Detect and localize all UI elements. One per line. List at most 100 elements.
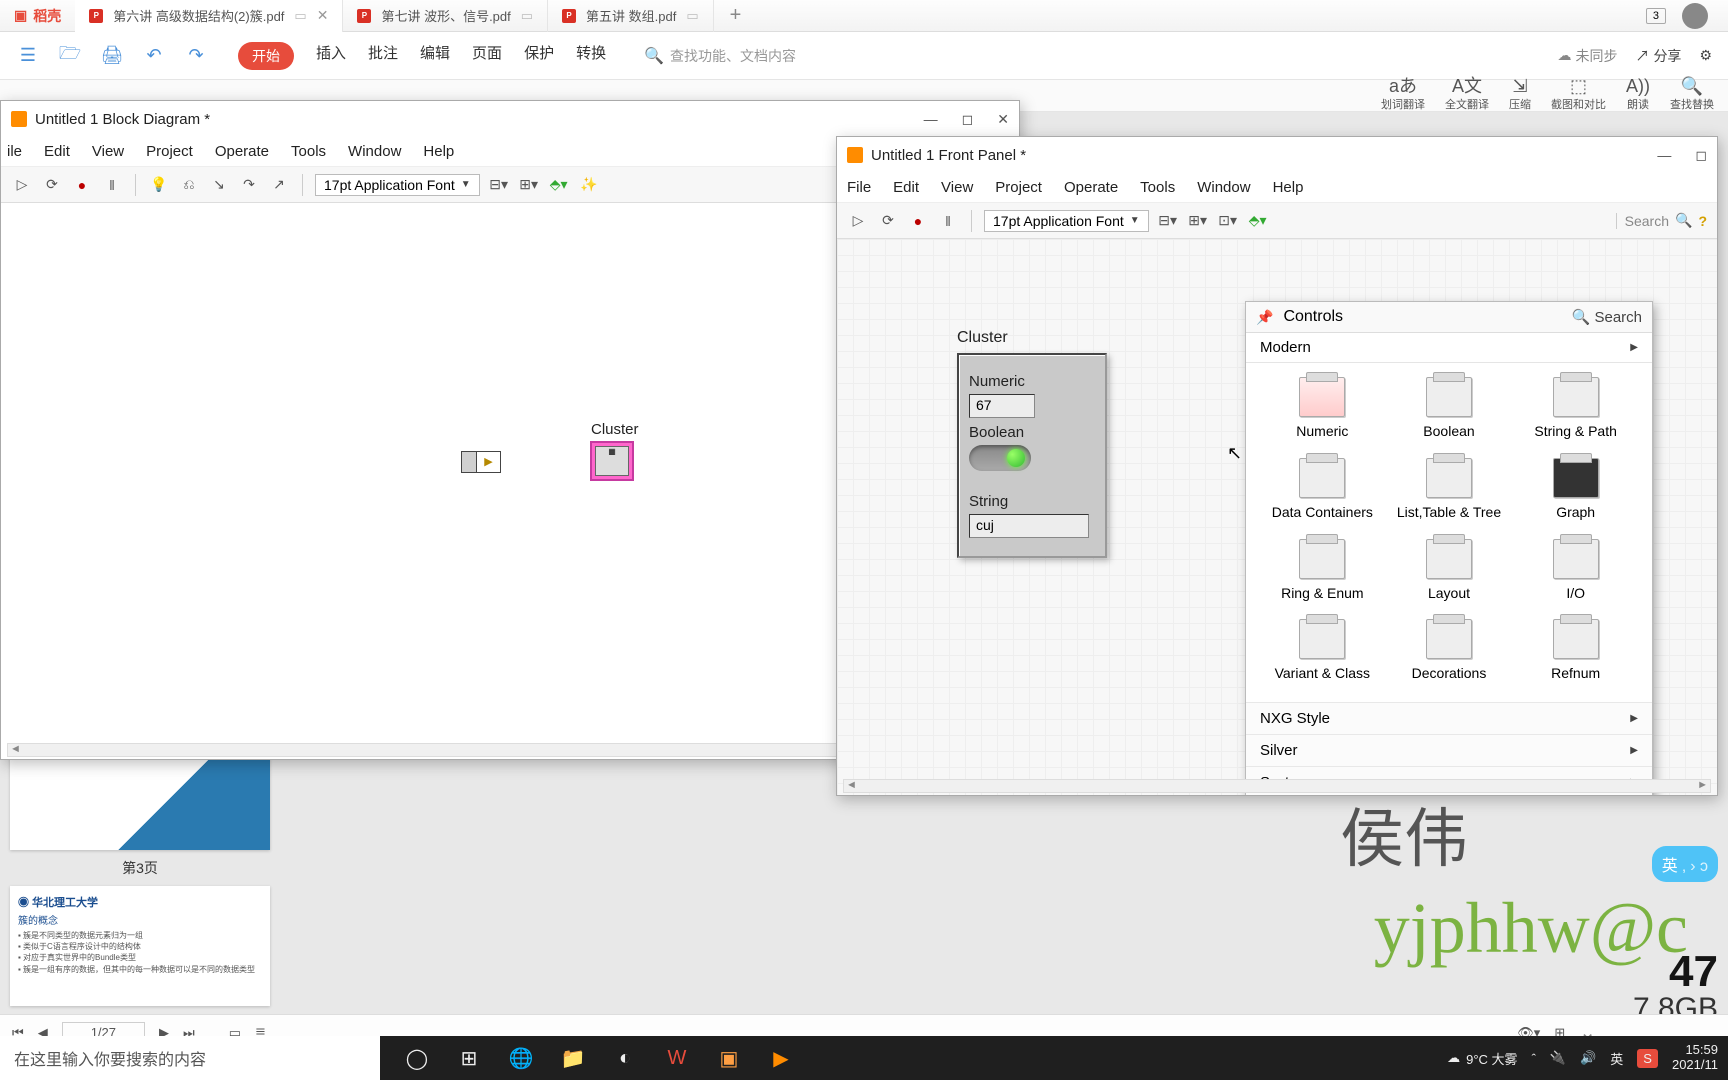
- menu-edit[interactable]: Edit: [44, 143, 70, 160]
- menu-help[interactable]: Help: [423, 143, 454, 160]
- palette-item-layout[interactable]: Layout: [1391, 539, 1508, 602]
- align-icon[interactable]: ⊟▾: [1157, 210, 1179, 232]
- explorer-icon[interactable]: 📁: [550, 1036, 596, 1080]
- taskbar-search[interactable]: 在这里输入你要搜索的内容: [0, 1036, 380, 1080]
- font-selector[interactable]: 17pt Application Font▼: [984, 210, 1149, 232]
- cluster-node[interactable]: ▦: [590, 441, 634, 481]
- wps-icon[interactable]: W: [654, 1036, 700, 1080]
- redo-icon[interactable]: ↷: [184, 44, 208, 68]
- abort-icon[interactable]: ●: [71, 174, 93, 196]
- ribbon-tab-edit[interactable]: 编辑: [420, 42, 450, 70]
- tab-menu-icon[interactable]: ▭: [521, 8, 533, 24]
- wps-search[interactable]: 🔍 查找功能、文档内容: [644, 46, 796, 66]
- resize-icon[interactable]: ⊡▾: [1217, 210, 1239, 232]
- tool-find[interactable]: 🔍查找替换: [1670, 77, 1714, 112]
- reorder-icon[interactable]: ⬘▾: [548, 174, 570, 196]
- string-input[interactable]: cuj: [969, 514, 1089, 538]
- slide-thumb-4[interactable]: ◉ 华北理工大学 簇的概念 ▪ 簇是不同类型的数据元素归为一组▪ 类似于C语言程…: [10, 886, 270, 1006]
- ime-badge[interactable]: 英 ‚ › ɔ: [1652, 846, 1718, 882]
- horizontal-scrollbar[interactable]: [843, 779, 1711, 793]
- fp-search[interactable]: Search 🔍 ?: [1616, 212, 1707, 229]
- tray-lang[interactable]: 英: [1610, 1049, 1623, 1068]
- pause-icon[interactable]: ‖: [101, 174, 123, 196]
- palette-item-numeric[interactable]: Numeric: [1264, 377, 1381, 440]
- align-icon[interactable]: ⊟▾: [488, 174, 510, 196]
- share-button[interactable]: ↗ 分享: [1636, 46, 1682, 66]
- menu-window[interactable]: Window: [348, 143, 401, 160]
- wps-home-tab[interactable]: ▣ 稻壳: [0, 6, 75, 26]
- step-over-icon[interactable]: ↷: [238, 174, 260, 196]
- distribute-icon[interactable]: ⊞▾: [1187, 210, 1209, 232]
- pin-icon[interactable]: 📌: [1256, 309, 1273, 326]
- weather-widget[interactable]: ☁ 9°C 大雾: [1447, 1049, 1517, 1068]
- menu-view[interactable]: View: [92, 143, 124, 160]
- ribbon-tab-protect[interactable]: 保护: [524, 42, 554, 70]
- app-icon-1[interactable]: ◐: [602, 1036, 648, 1080]
- print-icon[interactable]: 🖨: [100, 44, 124, 68]
- edge-icon[interactable]: 🌐: [498, 1036, 544, 1080]
- menu-window[interactable]: Window: [1197, 179, 1250, 196]
- tool-full-translate[interactable]: A文全文翻译: [1445, 77, 1489, 112]
- palette-item-list[interactable]: List,Table & Tree: [1391, 458, 1508, 521]
- run-cont-icon[interactable]: ⟳: [877, 210, 899, 232]
- undo-icon[interactable]: ↶: [142, 44, 166, 68]
- tray-clock[interactable]: 15:59 2021/11: [1672, 1043, 1718, 1073]
- fp-titlebar[interactable]: Untitled 1 Front Panel * — ◻: [837, 137, 1717, 173]
- menu-tools[interactable]: Tools: [291, 143, 326, 160]
- run-icon[interactable]: ▷: [847, 210, 869, 232]
- palette-search[interactable]: 🔍 Search: [1572, 308, 1642, 326]
- menu-edit[interactable]: Edit: [893, 179, 919, 196]
- minimize-icon[interactable]: —: [1657, 147, 1671, 164]
- app-icon-2[interactable]: ▣: [706, 1036, 752, 1080]
- wps-doc-tab-1[interactable]: P 第六讲 高级数据结构(2)簇.pdf ▭ ✕: [75, 0, 343, 32]
- cortana-icon[interactable]: ◯: [394, 1036, 440, 1080]
- pause-icon[interactable]: ‖: [937, 210, 959, 232]
- user-avatar[interactable]: [1682, 3, 1708, 29]
- palette-category-modern[interactable]: Modern▶: [1246, 333, 1652, 363]
- task-view-icon[interactable]: ⊞: [446, 1036, 492, 1080]
- wps-doc-tab-3[interactable]: P 第五讲 数组.pdf ▭: [548, 0, 714, 32]
- menu-tools[interactable]: Tools: [1140, 179, 1175, 196]
- numeric-input[interactable]: 67: [969, 394, 1035, 418]
- ribbon-tab-start[interactable]: 开始: [238, 42, 294, 70]
- reorder-icon[interactable]: ⬘▾: [1247, 210, 1269, 232]
- ribbon-tab-insert[interactable]: 插入: [316, 42, 346, 70]
- settings-icon[interactable]: ⚙: [1699, 47, 1712, 64]
- menu-operate[interactable]: Operate: [1064, 179, 1118, 196]
- step-into-icon[interactable]: ↘: [208, 174, 230, 196]
- retain-icon[interactable]: ⎌: [178, 174, 200, 196]
- palette-item-ring[interactable]: Ring & Enum: [1264, 539, 1381, 602]
- palette-sub-silver[interactable]: Silver▶: [1246, 734, 1652, 766]
- palette-item-variant[interactable]: Variant & Class: [1264, 619, 1381, 682]
- cluster-control[interactable]: Cluster Numeric 67 Boolean String cuj: [957, 329, 1107, 558]
- ribbon-tab-page[interactable]: 页面: [472, 42, 502, 70]
- tool-capture[interactable]: ⬚截图和对比: [1551, 77, 1606, 112]
- ribbon-tab-convert[interactable]: 转换: [576, 42, 606, 70]
- new-tab-button[interactable]: +: [714, 4, 758, 27]
- array-constant-node[interactable]: [461, 451, 501, 473]
- font-selector[interactable]: 17pt Application Font▼: [315, 174, 480, 196]
- palette-item-string[interactable]: String & Path: [1517, 377, 1634, 440]
- menu-project[interactable]: Project: [146, 143, 193, 160]
- distribute-icon[interactable]: ⊞▾: [518, 174, 540, 196]
- palette-item-graph[interactable]: Graph: [1517, 458, 1634, 521]
- tool-read[interactable]: A))朗读: [1626, 77, 1650, 112]
- palette-item-boolean[interactable]: Boolean: [1391, 377, 1508, 440]
- tool-word-translate[interactable]: aあ划词翻译: [1381, 77, 1425, 112]
- maximize-icon[interactable]: ◻: [1695, 147, 1707, 164]
- wps-doc-tab-2[interactable]: P 第七讲 波形、信号.pdf ▭: [343, 0, 548, 32]
- menu-file[interactable]: ile: [7, 143, 22, 160]
- abort-icon[interactable]: ●: [907, 210, 929, 232]
- app-icon-3[interactable]: ▶: [758, 1036, 804, 1080]
- sync-status[interactable]: ☁未同步: [1558, 46, 1618, 66]
- tray-sogou-icon[interactable]: S: [1637, 1049, 1658, 1068]
- tool-compress[interactable]: ⇲压缩: [1509, 77, 1531, 112]
- tray-chevron-icon[interactable]: ˆ: [1532, 1051, 1536, 1066]
- tray-power-icon[interactable]: 🔌: [1550, 1050, 1566, 1066]
- cleanup-icon[interactable]: ✨: [578, 174, 600, 196]
- boolean-switch[interactable]: [969, 445, 1031, 471]
- run-cont-icon[interactable]: ⟳: [41, 174, 63, 196]
- step-out-icon[interactable]: ↗: [268, 174, 290, 196]
- maximize-icon[interactable]: ◻: [962, 111, 974, 128]
- close-icon[interactable]: ✕: [317, 7, 329, 24]
